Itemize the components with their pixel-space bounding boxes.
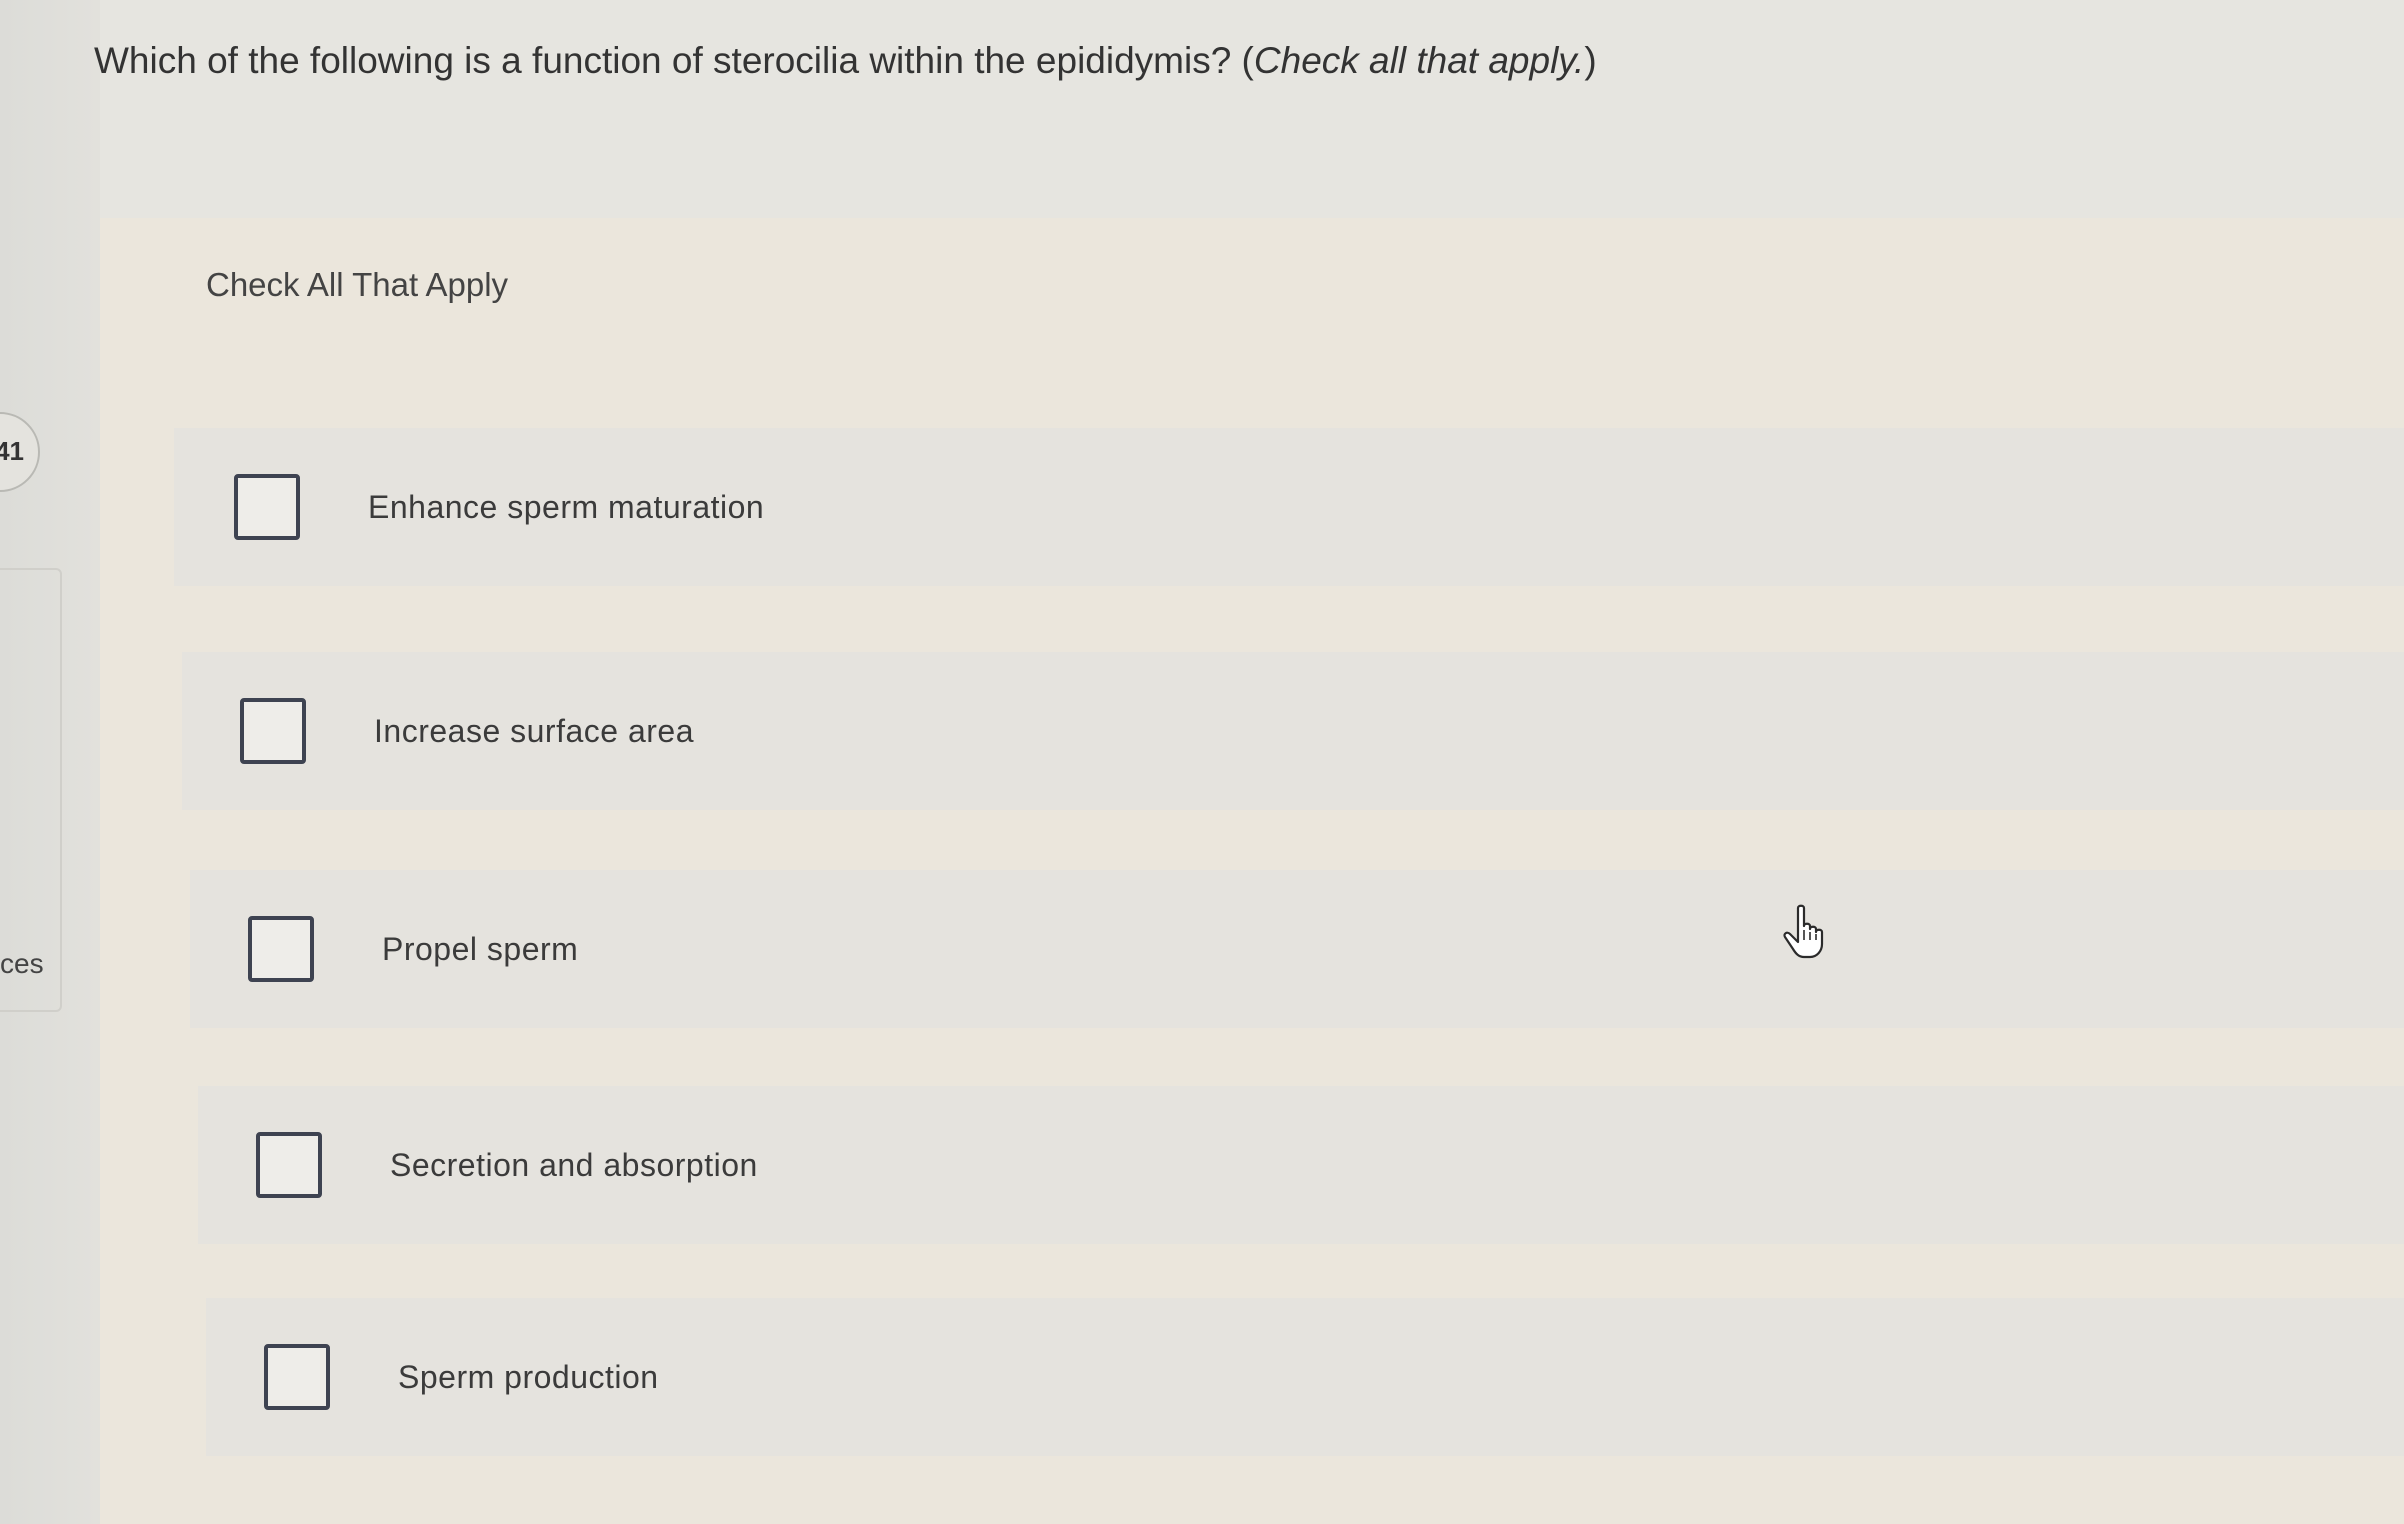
option-row[interactable]: Sperm production — [206, 1298, 2404, 1456]
option-label: Secretion and absorption — [390, 1146, 758, 1183]
option-row[interactable]: Propel sperm — [190, 870, 2404, 1028]
question-stem: Which of the following is a function of … — [94, 40, 1254, 81]
question-text: Which of the following is a function of … — [94, 40, 2294, 82]
option-label: Sperm production — [398, 1358, 659, 1395]
sidebar-partial-label[interactable]: ces — [0, 948, 44, 980]
option-checkbox[interactable] — [234, 474, 300, 540]
option-checkbox[interactable] — [240, 698, 306, 764]
question-instruction: Check all that apply. — [1253, 40, 1585, 81]
check-all-heading: Check All That Apply — [206, 266, 509, 303]
sidebar-panel[interactable] — [0, 568, 62, 1012]
option-label: Increase surface area — [374, 712, 694, 749]
question-close: ) — [1584, 40, 1597, 81]
option-checkbox[interactable] — [248, 916, 314, 982]
option-label: Enhance sperm maturation — [368, 488, 765, 525]
option-row[interactable]: Secretion and absorption — [198, 1086, 2404, 1244]
hand-pointer-icon — [1782, 904, 1832, 960]
answer-card: Check All That Apply Enhance sperm matur… — [100, 218, 2404, 1524]
option-label: Propel sperm — [382, 930, 579, 967]
option-checkbox[interactable] — [256, 1132, 322, 1198]
option-row[interactable]: Enhance sperm maturation — [174, 428, 2404, 586]
question-number: 41 — [0, 436, 24, 466]
option-checkbox[interactable] — [264, 1344, 330, 1410]
option-row[interactable]: Increase surface area — [182, 652, 2404, 810]
